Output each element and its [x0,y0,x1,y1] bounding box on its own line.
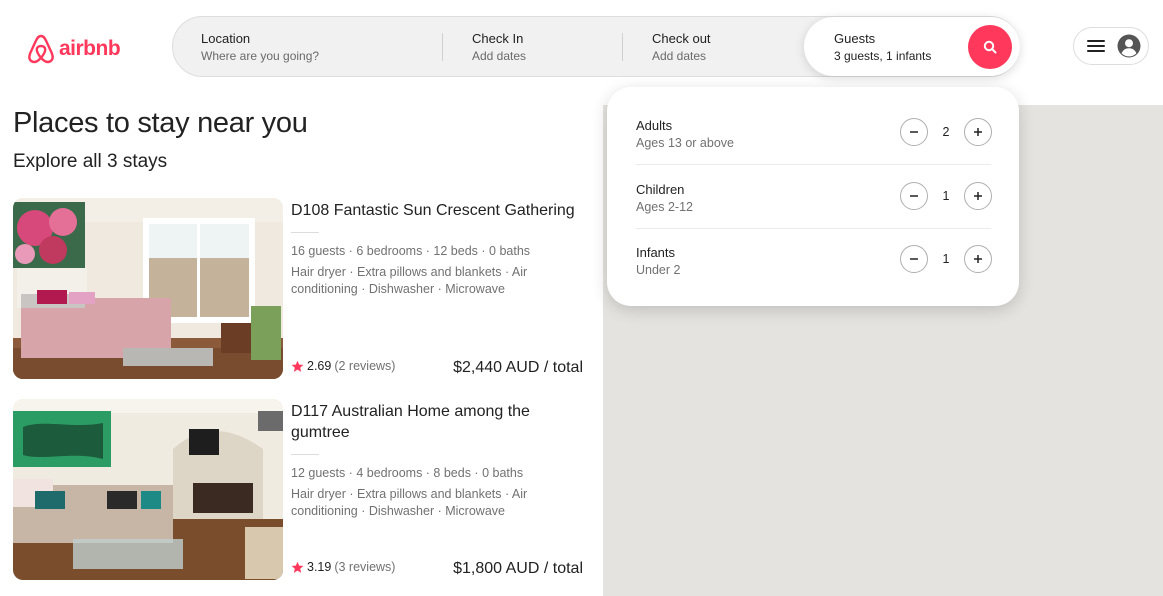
listing-photo[interactable] [13,198,283,379]
search-divider [622,33,623,61]
search-bar: Location Where are you going? Check In A… [172,16,1020,77]
location-label: Location [201,31,251,46]
rating-value: 2.69 [307,359,332,373]
location-placeholder: Where are you going? [201,49,320,63]
guest-row-children: Children Ages 2-12 1 [636,182,992,246]
infants-count: 1 [942,252,950,266]
check-in-field[interactable]: Check In Add dates [472,17,622,76]
price-amount: $2,440 AUD [453,359,540,376]
airbnb-logo[interactable]: airbnb [27,34,121,64]
brand-name: airbnb [59,37,121,60]
listing-specs: 12 guests · 4 bedrooms · 8 beds · 0 bath… [291,466,524,480]
search-button[interactable] [968,25,1012,69]
search-icon [983,40,997,54]
plus-icon [974,255,982,263]
user-menu-button[interactable] [1073,27,1149,65]
listing-title[interactable]: D108 Fantastic Sun Crescent Gathering [291,200,583,221]
listing-price: $2,440 AUD / total [453,359,583,377]
living-room-photo [13,399,283,580]
listing-info: D108 Fantastic Sun Crescent Gathering 16… [291,198,583,379]
adults-stepper: 2 [900,118,992,146]
guest-row-adults: Adults Ages 13 or above 2 [636,118,992,182]
guests-popover: Adults Ages 13 or above 2 Children Ages … [607,87,1019,306]
star-icon [291,561,304,573]
search-divider [442,33,443,61]
listing-separator [291,454,319,455]
increase-children-button[interactable] [964,182,992,210]
listing-specs: 16 guests · 6 bedrooms · 12 beds · 0 bat… [291,244,531,258]
decrease-infants-button[interactable] [900,245,928,273]
minus-icon [910,131,918,133]
star-icon [291,360,304,372]
listing-photo[interactable] [13,399,283,580]
review-count: (2 reviews) [334,359,396,373]
user-avatar-icon [1117,34,1141,58]
listing-amenities: Hair dryer · Extra pillows and blankets … [291,265,528,296]
price-suffix: / total [543,359,583,376]
listing-card[interactable]: D108 Fantastic Sun Crescent Gathering 16… [13,198,583,379]
location-field[interactable]: Location Where are you going? [201,17,441,76]
page-title: Places to stay near you [13,107,308,139]
decrease-adults-button[interactable] [900,118,928,146]
bedroom-photo [13,198,283,379]
children-stepper: 1 [900,182,992,210]
guests-field[interactable]: Guests 3 guests, 1 infants [804,17,1020,76]
listing-amenities: Hair dryer · Extra pillows and blankets … [291,487,528,518]
page-subtitle: Explore all 3 stays [13,151,168,172]
listing-rating: 2.69 (2 reviews) [291,359,395,373]
listing-price: $1,800 AUD / total [453,560,583,578]
price-amount: $1,800 AUD [453,560,540,577]
listing-title[interactable]: D117 Australian Home among the gumtree [291,401,583,443]
listing-card[interactable]: D117 Australian Home among the gumtree 1… [13,399,583,580]
listing-rating: 3.19 (3 reviews) [291,560,395,574]
minus-icon [910,195,918,197]
row-divider [636,228,991,229]
check-in-value: Add dates [472,49,527,63]
minus-icon [910,258,918,260]
price-suffix: / total [543,560,583,577]
review-count: (3 reviews) [334,560,396,574]
plus-icon [974,128,982,136]
rating-value: 3.19 [307,560,332,574]
listing-separator [291,232,319,233]
adults-count: 2 [942,125,950,139]
menu-icon [1087,40,1105,52]
check-in-label: Check In [472,31,524,46]
plus-icon [974,192,982,200]
infants-stepper: 1 [900,245,992,273]
check-out-label: Check out [652,31,711,46]
airbnb-logo-icon [28,34,54,64]
listing-info: D117 Australian Home among the gumtree 1… [291,399,583,580]
children-count: 1 [942,189,950,203]
guest-row-infants: Infants Under 2 1 [636,245,992,309]
check-out-value: Add dates [652,49,707,63]
increase-infants-button[interactable] [964,245,992,273]
increase-adults-button[interactable] [964,118,992,146]
decrease-children-button[interactable] [900,182,928,210]
check-out-field[interactable]: Check out Add dates [652,17,802,76]
row-divider [636,164,991,165]
